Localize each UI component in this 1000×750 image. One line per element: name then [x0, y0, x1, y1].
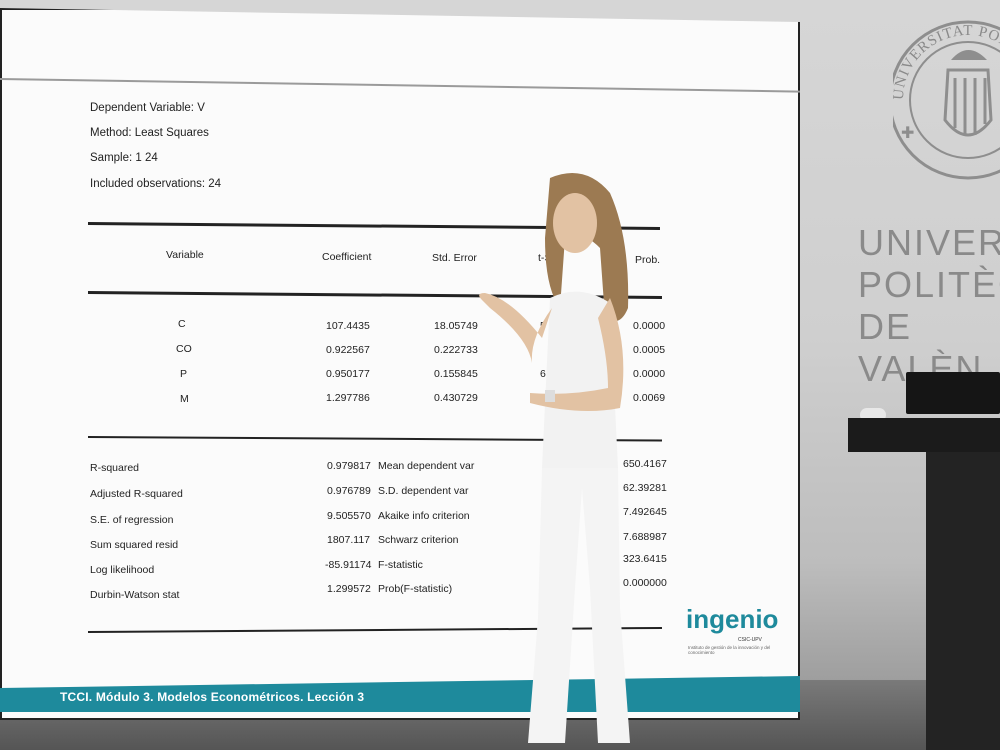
- row-coefficient: 107.4435: [326, 320, 370, 332]
- projected-slide: [0, 8, 800, 720]
- podium-monitor: [906, 372, 1000, 414]
- stat-label: Sum squared resid: [90, 539, 179, 551]
- observations-text: Included observations: 24: [90, 178, 222, 190]
- svg-text:✚: ✚: [901, 125, 914, 142]
- university-seal-icon: UNIVERSITAT POLITÈCNICA DE VALÈNCIA ✚: [893, 0, 1000, 180]
- row-coefficient: 0.950177: [326, 368, 370, 380]
- presenter-figure: [479, 173, 630, 743]
- stat-value: 9.505570: [327, 510, 371, 522]
- logo-subtitle: CSIC-UPV: [738, 637, 762, 643]
- stat-label-2: Mean dependent var: [378, 460, 475, 472]
- university-name-line-1: UNIVERS: [858, 222, 1000, 263]
- logo-tagline: Instituto de gestión de la innovación y …: [688, 645, 771, 655]
- stat-label: Adjusted R-squared: [90, 488, 183, 500]
- header-variable: Variable: [166, 249, 204, 261]
- row-variable: P: [180, 368, 188, 380]
- stat-value: 0.979817: [327, 460, 371, 472]
- stat-label: Durbin-Watson stat: [90, 589, 180, 601]
- method-text: Method: Least Squares: [90, 127, 209, 139]
- stat-value: -85.91174: [325, 559, 372, 571]
- stat-label-2: Schwarz criterion: [378, 534, 459, 546]
- sample-text: Sample: 1 24: [90, 152, 158, 164]
- row-variable: M: [180, 393, 189, 405]
- stat-label-2: S.D. dependent var: [378, 485, 469, 497]
- stat-label-2: F-statistic: [378, 559, 423, 571]
- stat-value: 0.976789: [327, 485, 371, 497]
- row-variable: C: [178, 318, 186, 330]
- logo-wordmark: ingenio: [686, 604, 779, 634]
- stat-value: 1.299572: [327, 583, 371, 595]
- row-variable: CO: [176, 343, 192, 355]
- slide-footer-text: TCCI. Módulo 3. Modelos Econométricos. L…: [60, 690, 365, 704]
- row-coefficient: 1.297786: [326, 392, 370, 404]
- ingenio-logo: ingenio: [686, 604, 778, 635]
- university-name-line-2: POLITÈC: [858, 264, 1000, 305]
- header-coefficient: Coefficient: [322, 251, 372, 263]
- podium: [926, 452, 1000, 750]
- stat-label: S.E. of regression: [90, 514, 174, 526]
- stat-label: Log likelihood: [90, 564, 155, 576]
- dependent-variable-text: Dependent Variable: V: [90, 102, 205, 114]
- stat-label: R-squared: [90, 462, 140, 474]
- row-coefficient: 0.922567: [326, 344, 370, 356]
- podium-desk: [848, 418, 1000, 452]
- stat-label-2: Akaike info criterion: [378, 510, 470, 522]
- stat-value: 1807.117: [327, 534, 371, 546]
- stat-label-2: Prob(F-statistic): [378, 583, 453, 595]
